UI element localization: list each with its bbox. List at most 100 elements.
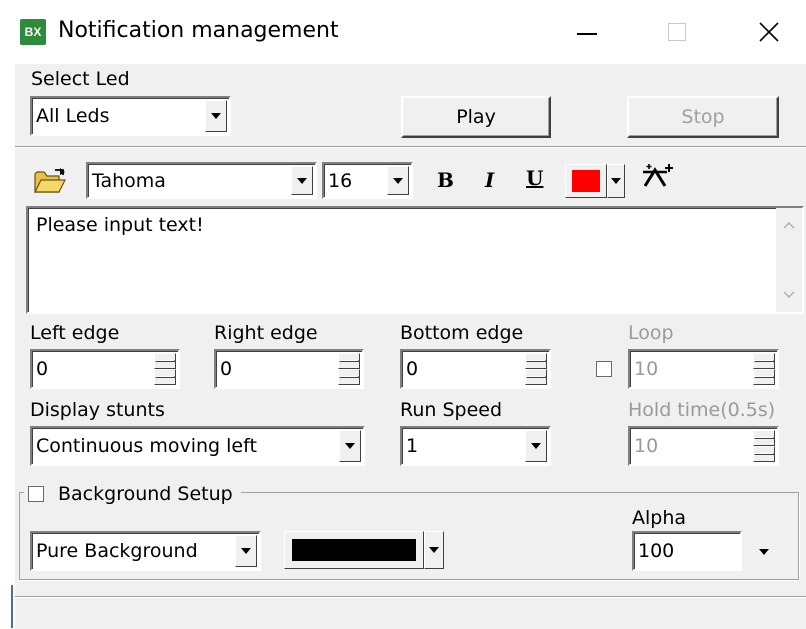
left-edge-label: Left edge	[30, 322, 120, 344]
chevron-down-icon	[759, 549, 769, 555]
display-stunts-label: Display stunts	[30, 399, 165, 421]
decrement-button[interactable]	[525, 369, 547, 385]
message-textarea[interactable]: Please input text!	[26, 206, 804, 314]
loop-label: Loop	[628, 322, 674, 344]
loop-value: 10	[634, 358, 659, 380]
text-effect-icon[interactable]	[641, 162, 675, 190]
close-icon	[759, 22, 779, 42]
increment-button	[753, 430, 775, 446]
text-color-dropdown-button[interactable]	[607, 164, 625, 198]
right-edge-spinner[interactable]	[338, 353, 360, 385]
right-edge-value: 0	[220, 358, 233, 380]
chevron-up-icon	[155, 360, 175, 362]
decrement-button	[753, 446, 775, 462]
message-text: Please input text!	[36, 214, 204, 236]
decrement-button	[753, 369, 775, 385]
font-select[interactable]: Tahoma	[86, 162, 317, 199]
chevron-down-icon	[531, 443, 541, 449]
bottom-edge-value: 0	[406, 358, 419, 380]
background-window-edge	[0, 0, 15, 628]
decrement-button[interactable]	[338, 369, 360, 385]
size-select[interactable]: 16	[322, 162, 413, 199]
decrement-button[interactable]	[154, 369, 176, 385]
chevron-down-icon	[526, 376, 546, 378]
run-speed-value: 1	[406, 435, 419, 457]
close-button[interactable]	[744, 12, 794, 52]
bottom-edge-label: Bottom edge	[400, 322, 524, 344]
increment-button[interactable]	[338, 353, 360, 369]
chevron-down-icon	[345, 443, 355, 449]
background-type-value: Pure Background	[36, 540, 198, 562]
display-stunts-dropdown-button[interactable]	[339, 430, 361, 462]
chevron-down-icon	[754, 376, 774, 378]
right-edge-label: Right edge	[214, 322, 318, 344]
alpha-dropdown-button[interactable]	[756, 544, 772, 560]
bold-button[interactable]: B	[437, 168, 454, 192]
background-color-button[interactable]	[284, 531, 424, 569]
chevron-down-icon	[611, 178, 621, 184]
loop-checkbox[interactable]	[596, 361, 612, 377]
loop-spinner	[753, 353, 775, 385]
left-edge-spinner[interactable]	[154, 353, 176, 385]
left-edge-value: 0	[36, 358, 49, 380]
right-edge-input[interactable]: 0	[214, 349, 364, 389]
increment-button[interactable]	[154, 353, 176, 369]
bottom-edge-input[interactable]: 0	[400, 349, 551, 389]
run-speed-select[interactable]: 1	[400, 426, 551, 466]
background-color-dropdown-button[interactable]	[424, 531, 444, 569]
open-folder-icon[interactable]	[33, 168, 67, 194]
run-speed-dropdown-button[interactable]	[525, 430, 547, 462]
display-stunts-select[interactable]: Continuous moving left	[30, 426, 365, 466]
led-select-dropdown-button[interactable]	[205, 100, 227, 132]
background-type-select[interactable]: Pure Background	[30, 531, 261, 571]
underline-button[interactable]: U	[526, 166, 543, 190]
text-color-swatch	[572, 170, 600, 192]
background-color-swatch	[292, 539, 416, 561]
alpha-value: 100	[638, 540, 675, 562]
chevron-up-icon	[526, 360, 546, 362]
left-edge-input[interactable]: 0	[30, 349, 180, 389]
hold-time-label: Hold time(0.5s)	[628, 399, 776, 421]
maximize-button	[652, 12, 702, 52]
select-led-label: Select Led	[31, 68, 130, 90]
text-color-button[interactable]	[565, 164, 607, 198]
maximize-icon	[668, 23, 686, 41]
scroll-up-icon[interactable]	[782, 220, 796, 230]
chevron-up-icon	[754, 360, 774, 362]
chevron-up-icon	[754, 437, 774, 439]
increment-button[interactable]	[525, 353, 547, 369]
window-title: Notification management	[58, 18, 339, 43]
stop-button: Stop	[627, 96, 779, 138]
font-select-value: Tahoma	[92, 169, 166, 192]
hold-time-input: 10	[628, 426, 779, 466]
background-setup-checkbox[interactable]	[28, 486, 44, 502]
size-select-dropdown-button[interactable]	[387, 166, 409, 195]
separator	[15, 146, 806, 147]
background-group-header: Background Setup	[24, 482, 241, 506]
italic-button[interactable]: I	[485, 168, 494, 192]
status-bar	[15, 596, 806, 629]
minimize-button[interactable]	[562, 12, 612, 52]
increment-button	[753, 353, 775, 369]
loop-input: 10	[628, 349, 779, 389]
hold-time-spinner	[753, 430, 775, 462]
hold-time-value: 10	[634, 435, 659, 457]
chevron-down-icon	[339, 376, 359, 378]
run-speed-label: Run Speed	[400, 399, 503, 421]
alpha-input[interactable]: 100	[632, 531, 742, 571]
chevron-down-icon	[211, 113, 221, 119]
play-button[interactable]: Play	[401, 96, 551, 138]
textarea-scrollbar[interactable]	[776, 208, 802, 312]
chevron-down-icon	[429, 547, 439, 553]
background-window-line	[11, 585, 13, 628]
chevron-up-icon	[339, 360, 359, 362]
app-logo-icon: BX	[20, 19, 46, 45]
background-type-dropdown-button[interactable]	[235, 535, 257, 567]
font-select-dropdown-button[interactable]	[291, 166, 313, 195]
display-stunts-value: Continuous moving left	[36, 435, 257, 457]
chevron-down-icon	[297, 177, 307, 184]
scroll-down-icon[interactable]	[782, 290, 796, 300]
led-select[interactable]: All Leds	[30, 96, 231, 136]
chevron-down-icon	[155, 376, 175, 378]
bottom-edge-spinner[interactable]	[525, 353, 547, 385]
